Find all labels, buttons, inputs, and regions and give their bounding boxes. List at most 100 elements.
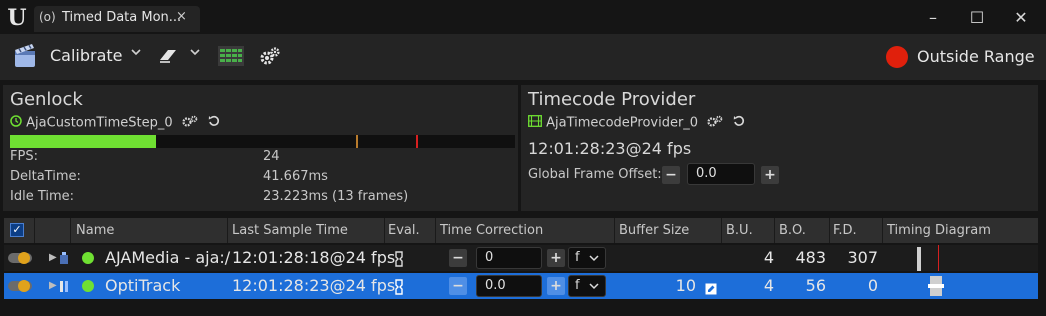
eraser-chevron-down-icon[interactable] [189,46,201,61]
header-divider [435,218,436,243]
evaluation-mode-icon[interactable] [394,279,404,298]
header-divider [70,218,71,243]
timecode-value: 12:01:28:23@24 fps [528,139,692,158]
row-name: OptiTrack [105,276,181,295]
row-fd: 0 [867,276,878,295]
offset-decrement-button[interactable]: − [662,166,680,184]
expand-arrow-icon[interactable]: ▶ [49,245,57,271]
status-label: Outside Range [917,47,1035,66]
header-last-sample-time[interactable]: Last Sample Time [232,218,348,243]
deltatime-label: DeltaTime: [10,169,81,184]
table-row[interactable]: ▶ OptiTrack 12:01:28:23@24 fps − 0.0 + f… [4,273,1038,299]
genlock-source-row: AjaCustomTimeStep_0 [10,115,220,131]
timecode-provider-title: Timecode Provider [528,89,696,110]
close-window-button[interactable]: ✕ [1006,6,1036,30]
row-bo: 483 [795,248,826,267]
global-frame-offset-input[interactable]: 0.0 [687,163,755,185]
row-name: AJAMedia - aja:/ [105,248,231,267]
unreal-logo-icon: U [7,5,27,31]
genlock-settings-icon[interactable] [182,115,202,131]
toggle-knob [18,252,30,264]
timecode-provider-panel: Timecode Provider AjaTimecodeProvider_0 … [521,85,1038,211]
global-frame-offset-label: Global Frame Offset: [528,167,662,182]
fps-value: 24 [263,149,280,164]
evaluation-mode-icon[interactable] [394,251,404,270]
tab-timed-data-monitor[interactable]: (o) Timed Data Mon... × [34,6,200,32]
time-correction-input[interactable]: 0.0 [476,275,542,297]
enable-all-checkbox[interactable]: ✓ [10,223,24,237]
settings-gears-icon[interactable] [259,46,281,70]
buffer-marker-amber [356,135,358,148]
row-fd: 307 [847,248,878,267]
time-correction-input[interactable]: 0 [476,247,542,269]
row-bo: 56 [805,276,826,295]
row-enable-toggle[interactable] [8,252,32,264]
timecode-reset-icon[interactable] [733,115,745,131]
timecode-source-row: AjaTimecodeProvider_0 [528,115,745,131]
genlock-buffer-bar [10,135,515,148]
close-tab-icon[interactable]: × [176,9,187,24]
buffer-marker-red [416,135,418,148]
status-indicator-icon [886,46,908,68]
time-correction-increment-button[interactable]: + [547,249,565,267]
genlock-title: Genlock [10,89,83,110]
row-bu: 4 [763,276,774,295]
eraser-icon[interactable] [158,47,180,69]
header-time-correction[interactable]: Time Correction [440,218,543,243]
time-correction-decrement-button[interactable]: − [449,249,467,267]
film-strip-icon [528,115,546,131]
unit-select-value: f [575,250,580,265]
header-timing-diagram[interactable]: Timing Diagram [887,218,991,243]
toggle-knob [18,280,30,292]
toolbar: Calibrate Outside Range [0,34,1046,80]
calibrate-chevron-down-icon[interactable] [130,46,142,61]
unit-select[interactable]: f [568,275,606,297]
row-buffer-size: 10 [675,276,696,295]
timing-grid-icon[interactable] [218,46,244,70]
timing-limit-line [938,245,939,271]
timing-marker-cross [928,284,944,288]
fps-label: FPS: [10,149,38,164]
state-ok-dot-icon [82,280,94,292]
idle-time-label: Idle Time: [10,189,75,204]
header-divider [34,218,35,243]
title-bar: U (o) Timed Data Mon... × – ☐ ✕ [0,0,1046,36]
clock-icon [10,115,26,131]
calibrate-button[interactable]: Calibrate [50,46,123,65]
header-bu[interactable]: B.U. [726,218,753,243]
timed-data-icon: (o) [39,10,56,24]
time-correction-increment-button[interactable]: + [547,277,565,295]
expand-arrow-icon[interactable]: ▶ [49,273,57,299]
header-divider [721,218,722,243]
media-source-icon [58,251,70,265]
timing-marker [917,247,921,271]
row-bu: 4 [763,248,774,267]
row-last-sample-time: 12:01:28:23@24 fps [232,276,396,295]
genlock-buffer-fill [10,135,157,148]
time-correction-decrement-button[interactable]: − [449,277,467,295]
buffer-size-edit-icon[interactable] [705,280,717,299]
maximize-button[interactable]: ☐ [962,6,992,30]
state-ok-dot-icon [82,252,94,264]
header-fd[interactable]: F.D. [833,218,857,243]
header-divider [384,218,385,243]
header-divider [829,218,830,243]
header-buffer-size[interactable]: Buffer Size [619,218,689,243]
calibrate-clapperboard-icon[interactable] [12,42,38,70]
unit-select[interactable]: f [568,247,606,269]
table-header: ✓ Name Last Sample Time Eval. Time Corre… [4,218,1038,243]
row-last-sample-time: 12:01:28:18@24 fps [232,248,396,267]
minimize-button[interactable]: – [918,6,948,30]
header-divider [227,218,228,243]
timecode-settings-icon[interactable] [707,115,727,131]
offset-increment-button[interactable]: + [761,166,779,184]
genlock-panel: Genlock AjaCustomTimeStep_0 FPS: 24 Delt… [3,85,518,211]
header-bo[interactable]: B.O. [779,218,806,243]
table-row[interactable]: ▶ AJAMedia - aja:/ 12:01:28:18@24 fps − … [4,245,1038,271]
idle-time-value: 23.223ms (13 frames) [263,189,409,204]
genlock-reset-icon[interactable] [208,115,220,131]
row-enable-toggle[interactable] [8,280,32,292]
header-name[interactable]: Name [76,218,114,243]
header-divider [614,218,615,243]
header-eval[interactable]: Eval. [388,218,420,243]
